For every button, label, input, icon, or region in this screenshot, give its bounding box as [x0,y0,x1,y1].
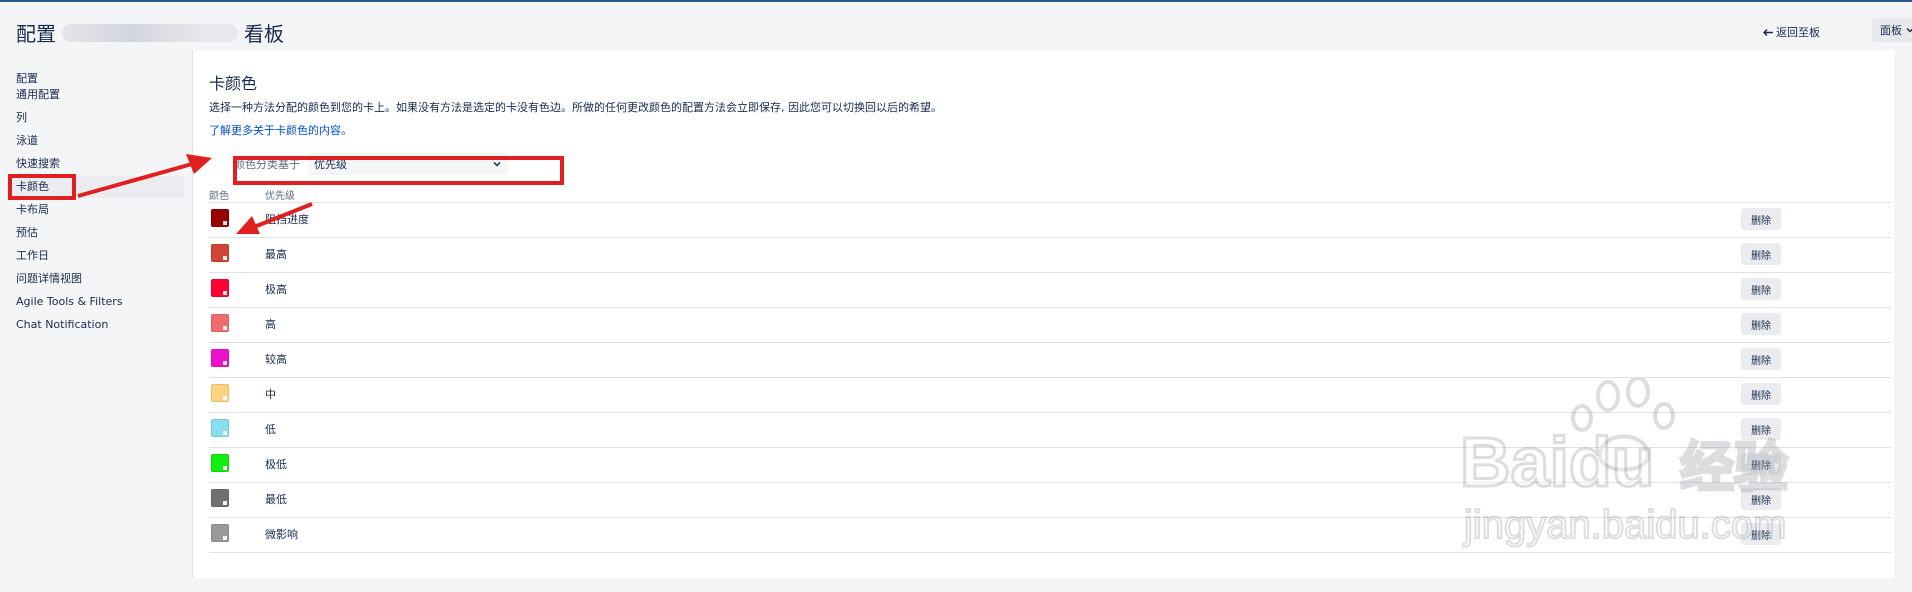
swatch-picker-corner-icon [223,466,227,470]
sidebar-item-estimation[interactable]: 预估 [16,222,184,244]
table-row: 极高 删除 [209,273,1891,308]
swatch-picker-corner-icon [223,256,227,260]
color-swatch[interactable] [211,244,229,262]
priority-label: 高 [265,318,276,331]
page-header: 配置 看板 返回至板 面板 [0,2,1912,50]
board-dropdown-button[interactable]: 面板 [1872,18,1912,42]
priority-label: 阻挡进度 [265,213,309,226]
swatch-picker-corner-icon [223,431,227,435]
priority-label: 极高 [265,283,287,296]
priority-label: 微影响 [265,528,298,541]
column-header-priority: 优先级 [265,191,295,202]
table-row: 高 删除 [209,308,1891,343]
priority-label: 中 [265,388,276,401]
table-row: 阻挡进度 删除 [209,203,1891,238]
annotation-box-strategy [233,156,564,185]
sidebar-item-columns[interactable]: 列 [16,107,184,129]
delete-button[interactable]: 删除 [1741,418,1781,440]
section-description: 选择一种方法分配的颜色到您的卡上。如果没有方法是选定的卡没有色边。所做的任何更改… [209,101,942,114]
sidebar-item-quick-filters[interactable]: 快速搜索 [16,153,184,175]
delete-button[interactable]: 删除 [1741,278,1781,300]
swatch-picker-corner-icon [223,361,227,365]
sidebar-item-card-layout[interactable]: 卡布局 [16,199,184,221]
delete-button[interactable]: 删除 [1741,348,1781,370]
priority-label: 最低 [265,493,287,506]
delete-button[interactable]: 删除 [1741,243,1781,265]
sidebar-item-general[interactable]: 通用配置 [16,84,184,106]
table-body: 阻挡进度 删除 最高 删除 极高 删除高删除 较高 删除中删除低删除 极低 删除 最低 删除 微影响 删除 [209,203,1891,553]
page-title-prefix: 配置 [16,22,56,46]
table-row: 较高 删除 [209,343,1891,378]
sidebar-item-issue-detail-view[interactable]: 问题详情视图 [16,268,184,290]
swatch-picker-corner-icon [223,291,227,295]
color-swatch[interactable] [211,279,229,297]
table-row: 极低 删除 [209,448,1891,483]
table-row: 最低 删除 [209,483,1891,518]
delete-button[interactable]: 删除 [1741,313,1781,335]
learn-more-link[interactable]: 了解更多关于卡颜色的内容。 [209,122,352,138]
section-heading: 卡颜色 [209,74,258,93]
page-title: 配置 看板 [16,18,284,47]
main-content: 卡颜色 选择一种方法分配的颜色到您的卡上。如果没有方法是选定的卡没有色边。所做的… [192,50,1894,578]
priority-label: 低 [265,423,276,436]
sidebar-item-working-days[interactable]: 工作日 [16,245,184,267]
priority-label: 较高 [265,353,287,366]
delete-button[interactable]: 删除 [1741,523,1781,545]
color-swatch[interactable] [211,524,229,542]
annotation-box-sidebar [8,174,76,200]
table-row: 微影响 删除 [209,518,1891,553]
swatch-picker-corner-icon [223,396,227,400]
settings-sidebar: 配置 通用配置 列 泳道 快速搜索 卡颜色 卡布局 预估 工作日 问题详情视图 … [0,50,192,580]
delete-button[interactable]: 删除 [1741,488,1781,510]
column-header-color: 颜色 [209,191,229,202]
page-title-suffix: 看板 [244,22,284,46]
table-header: 颜色 优先级 [209,185,1891,203]
back-to-board-label: 返回至板 [1776,26,1820,39]
table-row: 低 删除 [209,413,1891,448]
color-swatch[interactable] [211,489,229,507]
delete-button[interactable]: 删除 [1741,453,1781,475]
color-swatch[interactable] [211,314,229,332]
blurred-board-name [62,23,238,42]
chevron-down-icon [1906,28,1912,33]
sidebar-item-chat-notification[interactable]: Chat Notification [16,314,184,336]
color-swatch[interactable] [211,384,229,402]
table-row: 中 删除 [209,378,1891,413]
swatch-picker-corner-icon [223,326,227,330]
priority-label: 最高 [265,248,287,261]
swatch-picker-corner-icon [223,536,227,540]
delete-button[interactable]: 删除 [1741,208,1781,230]
color-swatch[interactable] [211,209,229,227]
swatch-picker-corner-icon [223,221,227,225]
swatch-picker-corner-icon [223,501,227,505]
color-swatch[interactable] [211,419,229,437]
color-swatch[interactable] [211,454,229,472]
sidebar-item-swimlanes[interactable]: 泳道 [16,130,184,152]
board-button-label: 面板 [1880,24,1902,37]
color-swatch[interactable] [211,349,229,367]
priority-label: 极低 [265,458,287,471]
delete-button[interactable]: 删除 [1741,383,1781,405]
back-arrow-icon [1763,28,1773,36]
table-row: 最高 删除 [209,238,1891,273]
sidebar-item-agile-tools[interactable]: Agile Tools & Filters [16,291,184,313]
back-to-board-link[interactable]: 返回至板 [1762,24,1820,40]
priority-color-table: 颜色 优先级 阻挡进度 删除 最高 删除 极高 删除高删除 较高 删除中删除低删除 极低 删除 最低… [209,185,1891,553]
